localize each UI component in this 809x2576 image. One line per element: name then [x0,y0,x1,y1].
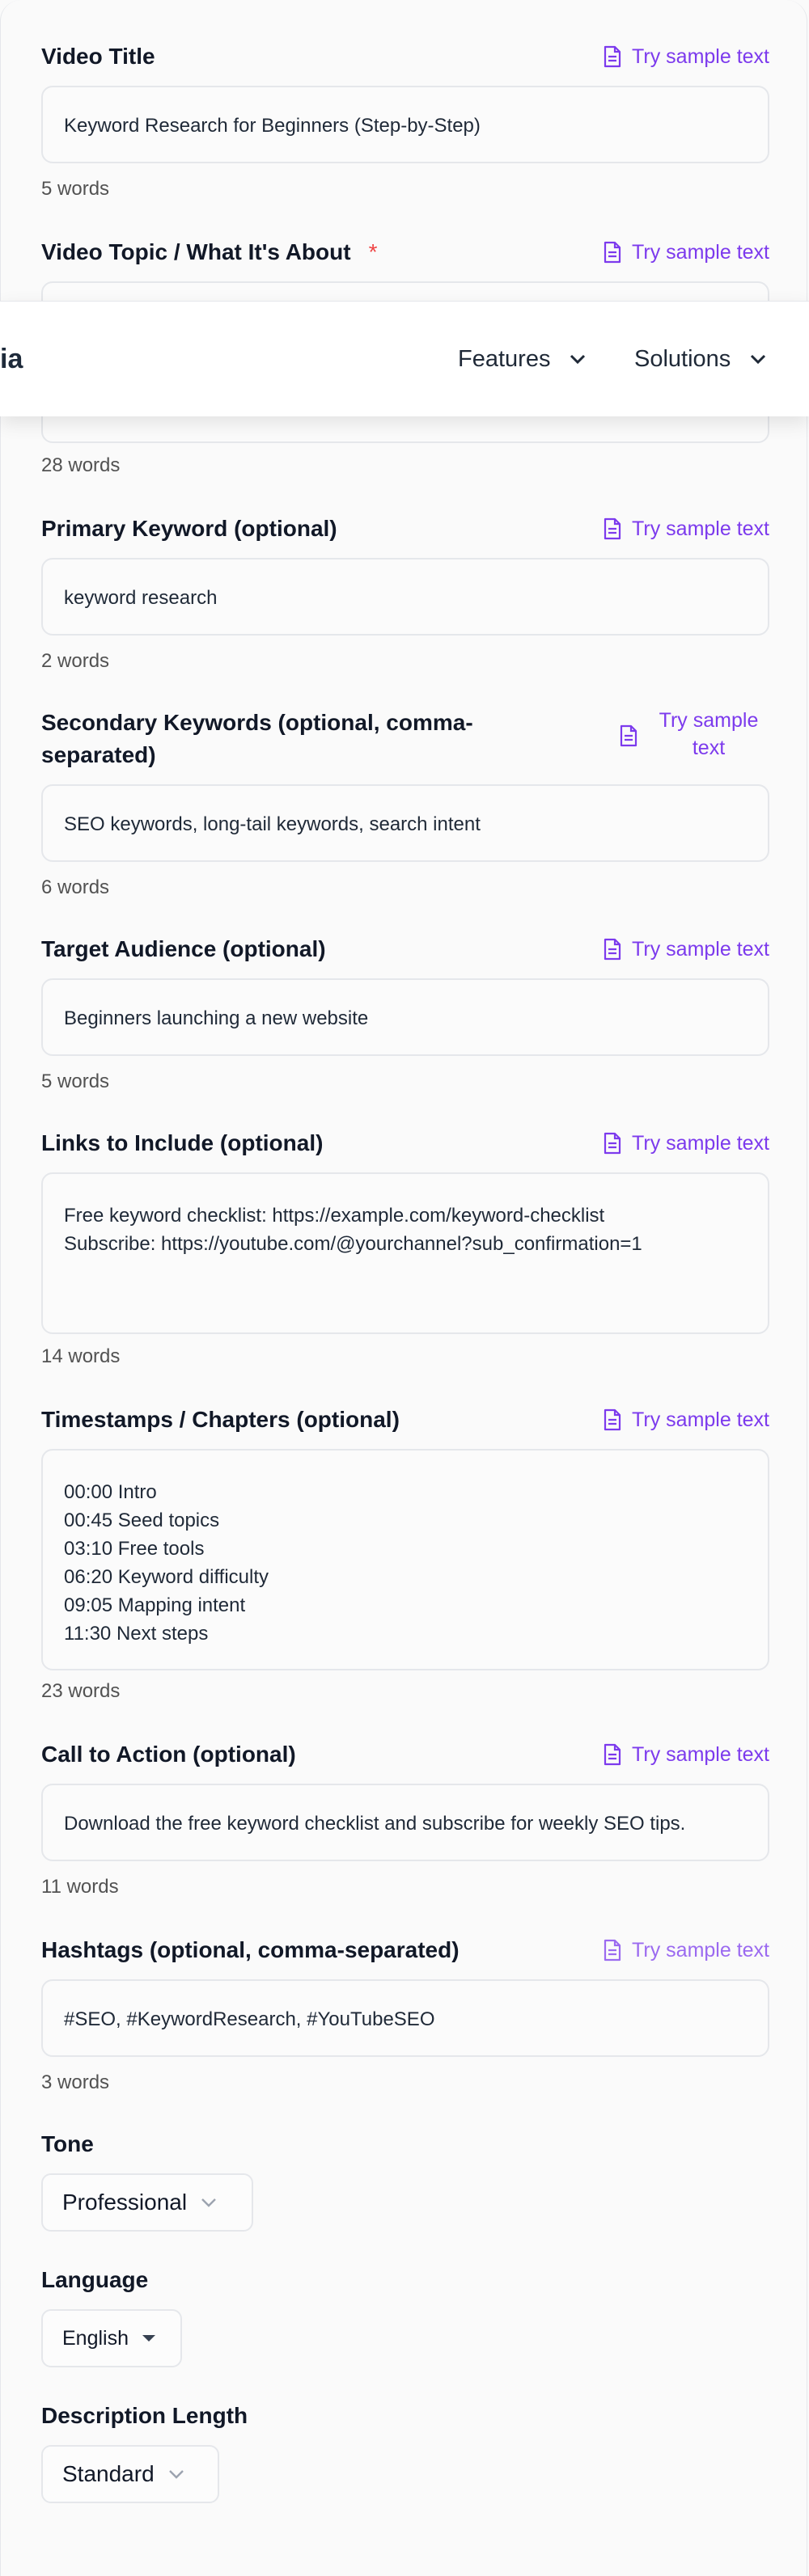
top-navbar: ia Features Solutions [0,301,809,416]
timestamps-textarea[interactable]: 00:00 Intro 00:45 Seed topics 03:10 Free… [41,1449,769,1670]
secondary-keywords-group: Secondary Keywords (optional, comma-sepa… [41,707,769,898]
cta-sample-button[interactable]: Try sample text [603,1737,769,1772]
secondary-keywords-word-count: 6 words [41,876,110,898]
sample-text-label: Try sample text [659,709,759,759]
description-length-select[interactable]: Standard [41,2445,219,2503]
target-audience-label: Target Audience (optional) [41,936,326,961]
tone-label: Tone [41,2131,94,2156]
links-group: Links to Include (optional) Try sample t… [41,1125,769,1367]
sample-text-label: Try sample text [632,1131,769,1155]
sample-text-label: Try sample text [632,1408,769,1431]
nav-solutions-label: Solutions [634,345,731,372]
links-label: Links to Include (optional) [41,1130,324,1155]
language-select[interactable]: English [41,2309,182,2367]
document-icon [604,241,621,264]
hashtags-label: Hashtags (optional, comma-separated) [41,1937,460,1962]
language-selected-value: English [62,2326,129,2350]
language-label: Language [41,2267,149,2292]
sample-text-label: Try sample text [632,517,769,540]
brand-logo-fragment[interactable]: ia [0,339,23,379]
sample-text-label: Try sample text [632,937,769,961]
cta-input[interactable]: Download the free keyword checklist and … [41,1784,769,1861]
video-topic-sample-button[interactable]: Try sample text [603,234,769,270]
chevron-down-icon [168,2470,184,2479]
links-word-count: 14 words [41,1345,121,1367]
cta-group: Call to Action (optional) Try sample tex… [41,1737,769,1898]
target-audience-group: Target Audience (optional) Try sample te… [41,931,769,1092]
target-audience-sample-button[interactable]: Try sample text [603,931,769,967]
sample-text-label: Try sample text [632,240,769,264]
primary-keyword-group: Primary Keyword (optional) Try sample te… [41,511,769,672]
description-length-selected-value: Standard [62,2461,155,2486]
video-topic-label: Video Topic / What It's About [41,239,351,264]
description-length-group: Description Length Standard [41,2398,769,2503]
timestamps-word-count: 23 words [41,1680,121,1702]
timestamps-group: Timestamps / Chapters (optional) Try sam… [41,1402,769,1702]
document-icon [604,1132,621,1155]
video-title-group: Video Title Try sample text Keyword Rese… [41,39,769,200]
cta-label: Call to Action (optional) [41,1742,296,1767]
document-icon [604,1743,621,1766]
document-icon [604,1939,621,1962]
chevron-down-icon [570,354,586,365]
primary-keyword-label: Primary Keyword (optional) [41,516,337,541]
secondary-keywords-label: Secondary Keywords (optional, comma-sepa… [41,710,473,767]
secondary-keywords-input[interactable]: SEO keywords, long-tail keywords, search… [41,784,769,862]
nav-features-label: Features [458,345,551,372]
sample-text-label: Try sample text [632,1742,769,1766]
video-title-sample-button[interactable]: Try sample text [603,39,769,74]
chevron-down-icon [751,354,766,365]
target-audience-input[interactable]: Beginners launching a new website [41,978,769,1056]
secondary-keywords-sample-button[interactable]: Try sample text [619,707,769,759]
links-sample-button[interactable]: Try sample text [603,1125,769,1161]
tone-select[interactable]: Professional [41,2173,253,2232]
hashtags-input[interactable]: #SEO, #KeywordResearch, #YouTubeSEO [41,1979,769,2057]
required-mark: * [368,239,378,264]
timestamps-sample-button[interactable]: Try sample text [603,1402,769,1438]
language-group: Language English [41,2262,769,2367]
hashtags-sample-button[interactable]: Try sample text [603,1932,769,1968]
target-audience-word-count: 5 words [41,1071,110,1092]
primary-keyword-input[interactable]: keyword research [41,558,769,636]
document-icon [604,1408,621,1431]
tone-selected-value: Professional [62,2190,188,2215]
nav-features[interactable]: Features [458,339,587,379]
document-icon [604,45,621,68]
chevron-down-icon [201,2198,216,2207]
sample-text-label: Try sample text [632,1938,769,1962]
sample-text-label: Try sample text [632,44,769,68]
description-length-label: Description Length [41,2403,248,2428]
document-icon [620,724,637,747]
caret-down-icon [142,2335,155,2342]
video-topic-word-count: 28 words [41,454,121,476]
nav-solutions[interactable]: Solutions [634,339,768,379]
document-icon [604,938,621,961]
video-topic-group: Video Topic / What It's About * Try sampl… [41,234,769,476]
primary-keyword-sample-button[interactable]: Try sample text [603,511,769,547]
links-textarea[interactable]: Free keyword checklist: https://example.… [41,1172,769,1334]
cta-word-count: 11 words [41,1876,119,1898]
tone-group: Tone Professional [41,2126,769,2232]
video-title-word-count: 5 words [41,178,110,200]
hashtags-word-count: 3 words [41,2071,110,2093]
hashtags-group: Hashtags (optional, comma-separated) Try… [41,1932,769,2093]
timestamps-label: Timestamps / Chapters (optional) [41,1407,400,1432]
document-icon [604,517,621,540]
video-title-input[interactable]: Keyword Research for Beginners (Step-by-… [41,86,769,163]
primary-keyword-word-count: 2 words [41,650,110,672]
video-title-label: Video Title [41,44,155,69]
